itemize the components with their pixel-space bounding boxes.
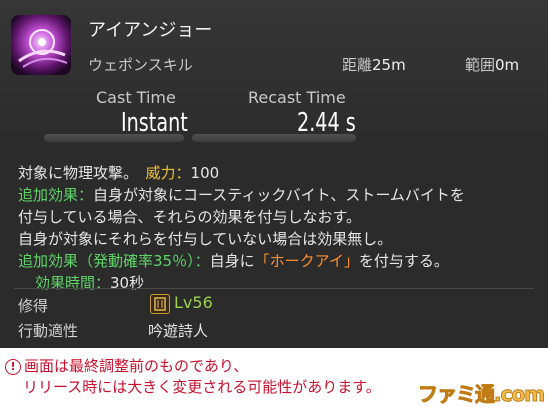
acquired-label: 修得: [18, 297, 49, 315]
potency-label: 威力：: [145, 164, 191, 182]
acquired-level: Lv56: [174, 293, 213, 312]
range-label: 距離: [342, 56, 373, 74]
skill-icon-art: [11, 15, 71, 75]
skill-tooltip: アイアンジョー ウェポンスキル 距離25m 範囲0m Cast Time Rec…: [0, 0, 548, 348]
description-line: 効果時間：30秒: [18, 272, 536, 294]
description-text: 自身が対象にそれらを付与していない場合は効果無し。: [18, 230, 393, 248]
description-line: 付与している場合、それらの効果を付与しなおす。: [18, 206, 536, 228]
description-text: を付与する。: [358, 252, 449, 270]
cast-time-bar: [44, 134, 184, 142]
duration-value: 30秒: [110, 274, 145, 292]
description-line: 自身が対象にそれらを付与していない場合は効果無し。: [18, 228, 536, 250]
skill-type: ウェポンスキル: [88, 56, 193, 74]
duration-label: 効果時間：: [35, 274, 111, 292]
description-line: 対象に物理攻撃。 威力：100: [18, 162, 536, 184]
tooltip-header: [0, 0, 548, 155]
recast-time-label: Recast Time: [248, 88, 346, 107]
potency-value: 100: [190, 164, 220, 182]
notice-text: 画面は最終調整前のものであり、: [24, 357, 249, 375]
radius-value: 0m: [495, 56, 520, 74]
radius-label: 範囲: [465, 56, 496, 74]
radius-stat: 範囲0m: [465, 54, 519, 75]
divider: [14, 288, 534, 289]
notice-text: リリース時には大きく変更される可能性があります。: [23, 378, 381, 396]
proc-effect-label: 追加効果（発動確率35％）：: [18, 252, 210, 270]
iron-jaws-skill-icon: [11, 15, 71, 75]
cast-time-label: Cast Time: [96, 88, 176, 107]
class-value: 吟遊詩人: [148, 322, 209, 340]
range-value: 25m: [372, 56, 406, 74]
description-line: 追加効果：自身が対象にコースティックバイト、ストームバイトを: [18, 184, 536, 206]
description-line: 追加効果（発動確率35％）：自身に「ホークアイ」を付与する。: [18, 250, 536, 272]
description-text: 自身が対象にコースティックバイト、ストームバイトを: [93, 186, 465, 204]
recast-time-bar: [192, 134, 356, 142]
additional-effect-label: 追加効果：: [18, 186, 94, 204]
skill-description: 対象に物理攻撃。 威力：100 追加効果：自身が対象にコースティックバイト、スト…: [18, 162, 536, 294]
warning-icon: !: [5, 359, 21, 375]
skill-name: アイアンジョー: [88, 20, 213, 41]
description-text: 付与している場合、それらの効果を付与しなおす。: [18, 208, 362, 226]
famitsu-watermark-logo: ファミ通.com: [417, 382, 545, 407]
class-label: 行動適性: [18, 322, 79, 340]
notice: ! 画面は最終調整前のものであり、 リリース時には大きく変更される可能性があります…: [5, 356, 381, 398]
description-text: 対象に物理攻撃。: [18, 164, 131, 182]
buff-name: 「ホークアイ」: [254, 252, 359, 270]
notice-line: リリース時には大きく変更される可能性があります。: [5, 377, 381, 398]
range-stat: 距離25m: [342, 54, 406, 75]
description-text: 自身に: [209, 252, 255, 270]
bard-job-icon: [150, 294, 170, 314]
notice-line: ! 画面は最終調整前のものであり、: [5, 356, 381, 377]
